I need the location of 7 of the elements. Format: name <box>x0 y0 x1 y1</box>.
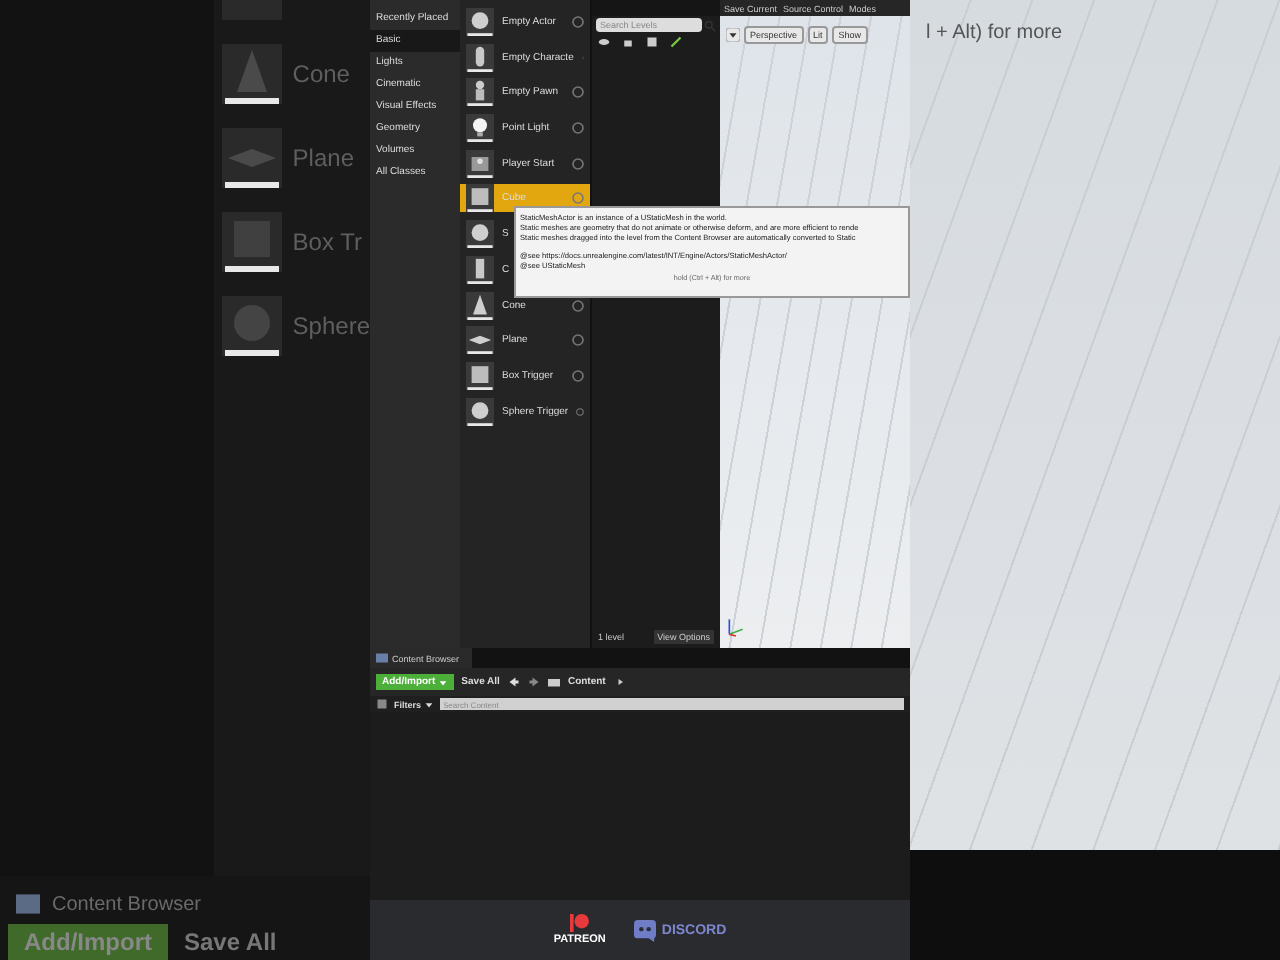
save-all-label: Save All <box>184 928 277 956</box>
tab-label: Content Browser <box>52 893 201 915</box>
hint-text: l + Alt) for more <box>926 22 1063 44</box>
item-label: Box Tr <box>292 228 362 256</box>
item-label: Plane <box>292 144 354 172</box>
item-label: Cone <box>292 60 350 88</box>
item-label: Sphere <box>292 312 370 340</box>
